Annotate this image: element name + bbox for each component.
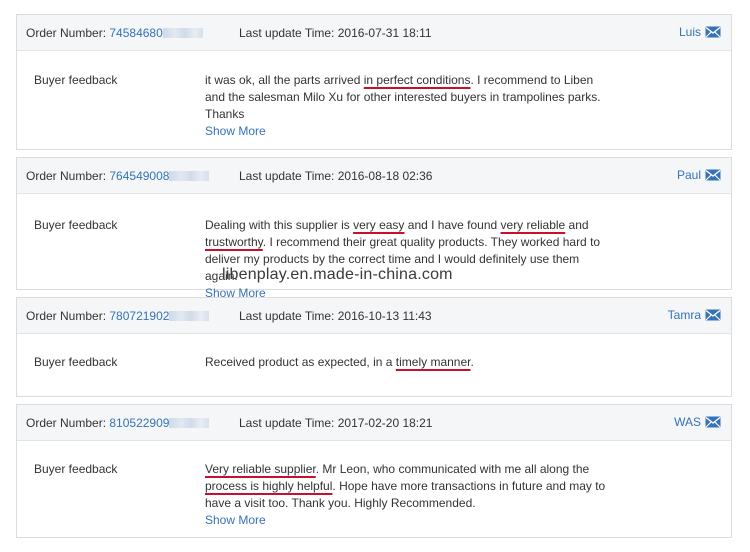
site-watermark: libenplay.en.made-in-china.com bbox=[222, 266, 453, 283]
feedback-segment: Dealing with this supplier is bbox=[205, 218, 354, 232]
buyer-feedback-label: Buyer feedback bbox=[34, 462, 118, 476]
buyer-contact[interactable]: WAS bbox=[674, 415, 721, 429]
order-number-label: Order Number: bbox=[26, 309, 107, 323]
last-update-value: 2017-02-20 18:21 bbox=[337, 416, 433, 430]
last-update-value: 2016-10-13 11:43 bbox=[337, 309, 432, 323]
order-number: Order Number: 764549008 bbox=[26, 169, 210, 183]
feedback-segment: it was ok, all the parts arrived bbox=[205, 73, 364, 87]
last-update-value: 2016-07-31 18:11 bbox=[337, 26, 432, 40]
masked-digits bbox=[169, 171, 210, 181]
order-number-value[interactable]: 780721902 bbox=[109, 309, 169, 323]
feedback-segment: . bbox=[470, 355, 474, 369]
feedback-text: it was ok, all the parts arrived in perf… bbox=[205, 72, 615, 140]
buyer-name[interactable]: WAS bbox=[674, 415, 701, 429]
buyer-contact[interactable]: Tamra bbox=[668, 308, 721, 322]
buyer-feedback-label: Buyer feedback bbox=[34, 355, 118, 369]
review-header: Order Number: 764549008 Last update Time… bbox=[17, 158, 731, 194]
order-number-value[interactable]: 764549008 bbox=[109, 169, 169, 183]
feedback-text: Dealing with this supplier is very easy … bbox=[205, 217, 615, 302]
feedback-text: Received product as expected, in a timel… bbox=[205, 354, 615, 371]
feedback-segment: and I have found bbox=[404, 218, 501, 232]
last-update-label: Last update Time: bbox=[239, 169, 335, 183]
last-update: Last update Time: 2016-07-31 18:11 bbox=[239, 26, 432, 40]
buyer-feedback-label: Buyer feedback bbox=[34, 218, 118, 232]
last-update-label: Last update Time: bbox=[239, 26, 335, 40]
masked-digits bbox=[162, 28, 203, 38]
masked-digits bbox=[169, 418, 210, 428]
order-number-label: Order Number: bbox=[26, 26, 107, 40]
order-number-value[interactable]: 810522909 bbox=[109, 416, 169, 430]
mail-icon[interactable] bbox=[705, 26, 721, 38]
buyer-contact[interactable]: Paul bbox=[677, 168, 721, 182]
buyer-name[interactable]: Paul bbox=[677, 168, 701, 182]
last-update-label: Last update Time: bbox=[239, 416, 335, 430]
highlighted-phrase: very easy bbox=[353, 218, 405, 232]
buyer-name[interactable]: Luis bbox=[679, 25, 701, 39]
buyer-feedback-label: Buyer feedback bbox=[34, 73, 118, 87]
last-update: Last update Time: 2016-08-18 02:36 bbox=[239, 169, 432, 183]
buyer-name[interactable]: Tamra bbox=[668, 308, 701, 322]
order-number: Order Number: 74584680 bbox=[26, 26, 203, 40]
highlighted-phrase: trustworthy bbox=[205, 235, 263, 249]
order-number-value[interactable]: 74584680 bbox=[109, 26, 162, 40]
highlighted-phrase: process is highly helpful bbox=[205, 479, 333, 493]
last-update-value: 2016-08-18 02:36 bbox=[337, 169, 433, 183]
feedback-segment: and bbox=[565, 218, 589, 232]
review-card: Order Number: 74584680 Last update Time:… bbox=[16, 14, 732, 150]
review-card: Order Number: 810522909 Last update Time… bbox=[16, 404, 732, 538]
feedback-segment: Received product as expected, in a bbox=[205, 355, 396, 369]
review-header: Order Number: 780721902 Last update Time… bbox=[17, 298, 731, 334]
review-header: Order Number: 810522909 Last update Time… bbox=[17, 405, 731, 441]
mail-icon[interactable] bbox=[705, 309, 721, 321]
feedback-text: Very reliable supplier. Mr Leon, who com… bbox=[205, 461, 615, 529]
highlighted-phrase: Very reliable supplier bbox=[205, 462, 316, 476]
show-more-link[interactable]: Show More bbox=[205, 124, 266, 138]
show-more-link[interactable]: Show More bbox=[205, 513, 266, 527]
order-number: Order Number: 780721902 bbox=[26, 309, 210, 323]
last-update: Last update Time: 2016-10-13 11:43 bbox=[239, 309, 432, 323]
order-number-label: Order Number: bbox=[26, 169, 107, 183]
highlighted-phrase: in perfect conditions bbox=[363, 73, 471, 87]
order-number-label: Order Number: bbox=[26, 416, 107, 430]
last-update: Last update Time: 2017-02-20 18:21 bbox=[239, 416, 432, 430]
mail-icon[interactable] bbox=[705, 416, 721, 428]
highlighted-phrase: timely manner bbox=[395, 355, 471, 369]
buyer-contact[interactable]: Luis bbox=[679, 25, 721, 39]
highlighted-phrase: very reliable bbox=[500, 218, 566, 232]
order-number: Order Number: 810522909 bbox=[26, 416, 210, 430]
review-card: Order Number: 780721902 Last update Time… bbox=[16, 297, 732, 397]
feedback-segment: . Mr Leon, who communicated with me all … bbox=[315, 462, 590, 476]
mail-icon[interactable] bbox=[705, 169, 721, 181]
last-update-label: Last update Time: bbox=[239, 309, 335, 323]
review-header: Order Number: 74584680 Last update Time:… bbox=[17, 15, 731, 51]
masked-digits bbox=[169, 311, 210, 321]
